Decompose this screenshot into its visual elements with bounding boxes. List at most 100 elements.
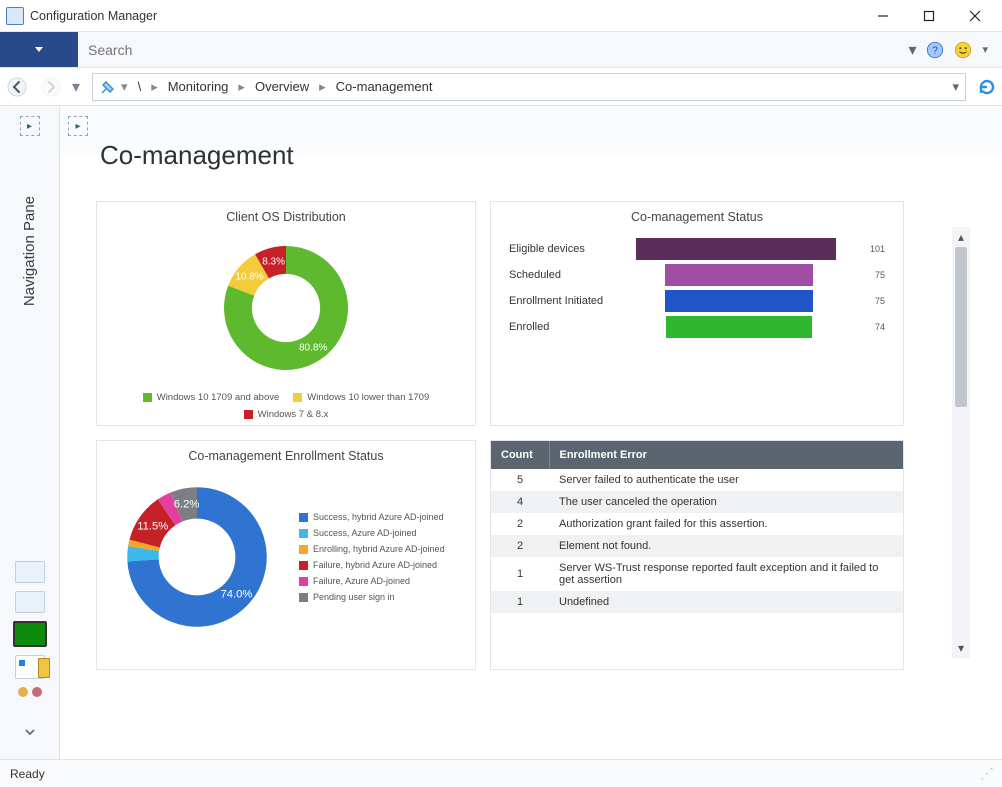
cell-error: Undefined [549,591,903,613]
app-menu-dropdown[interactable] [0,32,78,67]
cell-count: 4 [491,491,549,513]
table-row[interactable]: 1Undefined [491,591,903,613]
workarea: ▸ Co-management Client OS Distribution 8… [60,106,1002,759]
svg-text:11.5%: 11.5% [137,520,168,532]
expand-nav-icon[interactable]: ▸ [20,116,40,136]
workspace-assets-icon[interactable] [15,561,45,583]
funnel-row: Eligible devices 101 [509,236,885,262]
legend-item: Windows 7 & 8.x [244,409,329,420]
navigation-pane-label: Navigation Pane [21,196,38,306]
workspace-library-icon[interactable] [15,591,45,613]
chevron-right-icon: ▸ [151,79,158,95]
refresh-button[interactable] [972,77,1002,97]
pin-icon[interactable] [99,78,117,96]
table-row[interactable]: 4The user canceled the operation [491,491,903,513]
app-icon [6,7,24,25]
workspace-admin-icon[interactable] [16,687,44,709]
panel-title: Client OS Distribution [97,202,475,228]
close-button[interactable] [952,1,998,31]
feedback-smiley-icon[interactable] [954,41,972,59]
breadcrumb-item-overview[interactable]: Overview [249,79,315,94]
svg-text:10.8%: 10.8% [235,272,263,283]
funnel-bar [666,316,813,338]
funnel-value: 75 [875,270,885,280]
breadcrumb-item-monitoring[interactable]: Monitoring [162,79,235,94]
funnel-bar [636,238,836,260]
panel-title: Co-management Enrollment Status [97,441,475,467]
svg-text:74.0%: 74.0% [220,588,252,600]
ribbon-search-row: ▾ ? ▾ [0,32,1002,68]
panel-enroll: Co-management Enrollment Status 74.0% 11.… [96,440,476,670]
cell-count: 1 [491,557,549,591]
svg-text:6.2%: 6.2% [174,498,200,510]
legend-item: Success, hybrid Azure AD-joined [299,512,444,522]
chevron-right-icon: ▸ [319,79,326,95]
cell-error: Server WS-Trust response reported fault … [549,557,903,591]
forward-button[interactable] [34,70,68,104]
breadcrumb-root[interactable]: \ [132,79,148,94]
legend-item: Pending user sign in [299,592,395,602]
scroll-thumb[interactable] [955,247,967,407]
donut-chart-os: 80.8%10.8%8.3% [191,228,381,388]
panel-errors: Count Enrollment Error 5Server failed to… [490,440,904,670]
window-title: Configuration Manager [30,9,157,23]
cell-count: 5 [491,469,549,491]
feedback-dropdown-icon[interactable]: ▾ [982,43,988,56]
svg-text:80.8%: 80.8% [299,343,327,354]
funnel-category: Eligible devices [509,243,609,255]
history-dropdown-icon[interactable]: ▾ [68,77,84,97]
scrollbar-vertical[interactable]: ▴ ▾ [952,227,970,658]
legend-os: Windows 10 1709 and aboveWindows 10 lowe… [97,388,475,424]
breadcrumb-dropdown-icon[interactable]: ▾ [121,79,128,95]
scroll-down-icon[interactable]: ▾ [952,638,970,658]
help-icon[interactable]: ? [926,41,944,59]
cell-error: Authorization grant failed for this asse… [549,513,903,535]
legend-enroll: Success, hybrid Azure AD-joined Success, … [293,508,451,607]
panel-client-os: Client OS Distribution 80.8%10.8%8.3% Wi… [96,201,476,426]
funnel-value: 101 [870,244,885,254]
breadcrumb[interactable]: ▾ \ ▸ Monitoring ▸ Overview ▸ Co-managem… [92,73,966,101]
legend-item: Windows 10 lower than 1709 [293,392,429,403]
navigation-pane: ▸ Navigation Pane [0,106,60,759]
search-dropdown-icon[interactable]: ▾ [908,40,916,60]
table-row[interactable]: 1Server WS-Trust response reported fault… [491,557,903,591]
workspace-compliance-icon[interactable] [15,655,45,679]
breadcrumb-item-comanagement[interactable]: Co-management [330,79,439,94]
col-error[interactable]: Enrollment Error [549,441,903,469]
maximize-button[interactable] [906,1,952,31]
legend-item: Failure, Azure AD-joined [299,576,410,586]
breadcrumb-drop-icon[interactable]: ▾ [952,79,959,95]
table-row[interactable]: 5Server failed to authenticate the user [491,469,903,491]
statusbar: Ready ⋰ [0,759,1002,787]
funnel-bar [665,264,814,286]
cell-count: 2 [491,513,549,535]
minimize-button[interactable] [860,1,906,31]
workspace-monitoring-icon[interactable] [13,621,47,647]
search-input[interactable] [88,42,894,58]
chevron-right-icon: ▸ [238,79,245,95]
table-row[interactable]: 2Authorization grant failed for this ass… [491,513,903,535]
cell-count: 2 [491,535,549,557]
panel-status: Co-management Status Eligible devices101… [490,201,904,426]
legend-item: Success, Azure AD-joined [299,528,417,538]
dashboard: Client OS Distribution 80.8%10.8%8.3% Wi… [96,201,950,670]
scroll-up-icon[interactable]: ▴ [952,227,970,247]
funnel-chart: Eligible devices101Scheduled75Enrollment… [491,228,903,340]
cell-error: Element not found. [549,535,903,557]
svg-text:?: ? [933,45,939,56]
workspace-switcher [13,561,47,759]
resize-grip-icon[interactable]: ⋰ [980,765,992,782]
funnel-category: Enrolled [509,321,609,333]
chevron-down-icon[interactable] [23,725,37,739]
cell-error: The user canceled the operation [549,491,903,513]
col-count[interactable]: Count [491,441,549,469]
table-row[interactable]: 2Element not found. [491,535,903,557]
funnel-category: Scheduled [509,269,609,281]
cell-count: 1 [491,591,549,613]
legend-item: Enrolling, hybrid Azure AD-joined [299,544,445,554]
errors-table: Count Enrollment Error 5Server failed to… [491,441,903,613]
legend-item: Failure, hybrid Azure AD-joined [299,560,437,570]
expand-ribbon-icon[interactable]: ▸ [68,116,88,136]
back-button[interactable] [0,70,34,104]
funnel-row: Enrolled74 [509,314,885,340]
